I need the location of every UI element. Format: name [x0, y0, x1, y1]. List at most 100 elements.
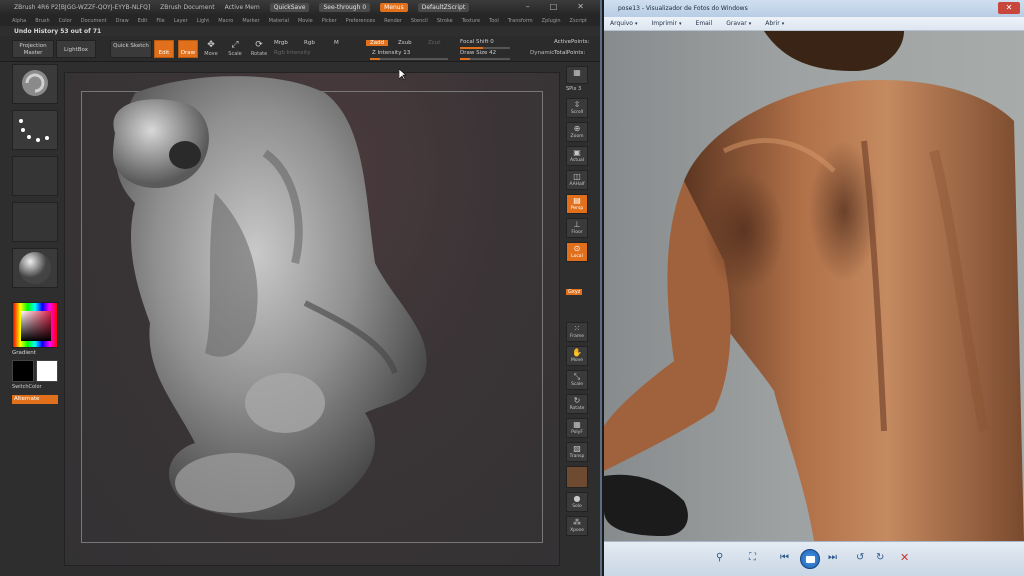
menu-light[interactable]: Light [197, 18, 209, 24]
menu-arquivo[interactable]: Arquivo ▾ [610, 20, 637, 27]
alpha-thumbnail[interactable] [12, 156, 58, 196]
menu-material[interactable]: Material [269, 18, 289, 24]
menu-file[interactable]: File [156, 18, 164, 24]
minimize-icon[interactable]: – [526, 2, 530, 11]
menu-stencil[interactable]: Stencil [411, 18, 428, 24]
rotate-view-label: Rotate [569, 406, 585, 411]
quicksave-button[interactable]: QuickSave [269, 3, 310, 12]
right-tray: ▦ SPix 3 ⇳ Scroll ⊕ Zoom ▣ Actual ◫ AAHalf ▤… [564, 64, 590, 544]
menu-alpha[interactable]: Alpha [12, 18, 26, 24]
menu-zplugin[interactable]: Zplugin [542, 18, 561, 24]
mrgb-button[interactable]: Mrgb [274, 40, 288, 46]
previous-icon[interactable]: ⏮ [780, 552, 789, 563]
switch-color-button[interactable]: SwitchColor [12, 384, 42, 390]
lightbox-button[interactable]: LightBox [56, 40, 96, 58]
fit-icon[interactable]: ⛶ [749, 552, 756, 563]
texture-thumbnail[interactable] [12, 202, 58, 242]
polyf-button[interactable]: ▦ PolyF [566, 418, 588, 438]
transp-button[interactable]: ▧ Transp [566, 442, 588, 462]
menu-movie[interactable]: Movie [298, 18, 313, 24]
document-canvas[interactable] [64, 72, 560, 566]
zoom-button[interactable]: ⊕ Zoom [566, 122, 588, 142]
local-button[interactable]: ⊙ Local [566, 242, 588, 262]
move-view-button[interactable]: ✋ Move [566, 346, 588, 366]
persp-button[interactable]: ▤ Persp [566, 194, 588, 214]
menu-render[interactable]: Render [384, 18, 402, 24]
menu-brush[interactable]: Brush [35, 18, 49, 24]
menu-preferences[interactable]: Preferences [346, 18, 375, 24]
menu-tool[interactable]: Tool [489, 18, 499, 24]
zoom-icon[interactable]: ⚲ [716, 552, 723, 563]
menu-stroke[interactable]: Stroke [437, 18, 453, 24]
scroll-button[interactable]: ⇳ Scroll [566, 98, 588, 118]
xpose-button[interactable]: ⁂ Xpose [566, 516, 588, 536]
rotate-ccw-icon[interactable]: ↺ [856, 552, 864, 563]
delete-icon[interactable]: ✕ [900, 551, 909, 564]
close-icon[interactable]: ✕ [998, 2, 1020, 14]
close-icon[interactable]: ✕ [577, 2, 584, 11]
menu-color[interactable]: Color [59, 18, 72, 24]
spix-button[interactable]: ▦ [566, 66, 588, 84]
secondary-color-swatch[interactable] [36, 360, 58, 382]
menu-gravar[interactable]: Gravar ▾ [726, 20, 751, 27]
rotate-button[interactable]: ⟳ Rotate [249, 40, 269, 58]
default-script-button[interactable]: DefaultZScript [417, 3, 470, 12]
spix-slider[interactable]: SPix 3 [566, 86, 581, 92]
menu-abrir[interactable]: Abrir ▾ [765, 20, 784, 27]
z-intensity-slider[interactable]: Z Intensity 13 [372, 50, 410, 56]
dynamic-button[interactable]: Dynamic [530, 50, 554, 56]
slideshow-icon[interactable] [800, 549, 820, 569]
draw-button[interactable]: Draw [178, 40, 198, 58]
menu-transform[interactable]: Transform [508, 18, 533, 24]
rotate-view-button[interactable]: ↻ Rotate [566, 394, 588, 414]
maximize-icon[interactable]: □ [550, 2, 558, 11]
menus-button[interactable]: Menus [380, 3, 408, 12]
floor-button[interactable]: ⊥ Floor [566, 218, 588, 238]
menu-edit[interactable]: Edit [138, 18, 148, 24]
zcut-button[interactable]: Zcut [428, 40, 440, 46]
menu-macro[interactable]: Macro [218, 18, 233, 24]
edit-button[interactable]: Edit [154, 40, 174, 58]
projection-master-button[interactable]: Projection Master [12, 40, 54, 58]
draw-size-slider[interactable]: Draw Size 42 [460, 50, 496, 56]
focal-shift-slider[interactable]: Focal Shift 0 [460, 39, 494, 45]
rotate-label: Rotate [250, 51, 268, 57]
quick-sketch-button[interactable]: Quick Sketch [110, 40, 152, 58]
actual-button[interactable]: ▣ Actual [566, 146, 588, 166]
seethrough-slider[interactable]: See-through 0 [319, 3, 371, 12]
menu-email[interactable]: Email [696, 20, 713, 27]
menu-marker[interactable]: Marker [242, 18, 259, 24]
menu-layer[interactable]: Layer [174, 18, 188, 24]
menu-document[interactable]: Document [81, 18, 107, 24]
menu-texture[interactable]: Texture [462, 18, 480, 24]
color-picker[interactable] [12, 302, 58, 348]
material-swatch-button[interactable] [566, 466, 588, 488]
zadd-button[interactable]: Zadd [366, 40, 389, 46]
gxyz-button[interactable]: Gxyz [566, 289, 583, 295]
aahalf-button[interactable]: ◫ AAHalf [566, 170, 588, 190]
m-button[interactable]: M [334, 40, 339, 46]
draw-size-track[interactable] [460, 58, 510, 60]
scale-button[interactable]: ⤢ Scale [225, 40, 245, 58]
stroke-thumbnail[interactable] [12, 110, 58, 150]
brush-thumbnail[interactable] [12, 64, 58, 104]
solo-button[interactable]: ● Solo [566, 492, 588, 512]
rotate-cw-icon[interactable]: ↻ [876, 552, 884, 563]
move-button[interactable]: ✥ Move [201, 40, 221, 58]
rgb-intensity-slider[interactable]: Rgb Intensity [274, 50, 311, 56]
material-thumbnail[interactable] [12, 248, 58, 288]
frame-button[interactable]: ⁙ Frame [566, 322, 588, 342]
rgb-button[interactable]: Rgb [304, 40, 315, 46]
zsub-button[interactable]: Zsub [398, 40, 412, 46]
alternate-button[interactable]: Alternate [12, 395, 58, 404]
menu-zscript[interactable]: Zscript [570, 18, 587, 24]
gradient-label[interactable]: Gradient [12, 350, 36, 356]
focal-shift-track[interactable] [460, 47, 510, 49]
main-color-swatch[interactable] [12, 360, 34, 382]
menu-draw[interactable]: Draw [116, 18, 129, 24]
z-intensity-track[interactable] [370, 58, 448, 60]
scale-view-button[interactable]: ⤡ Scale [566, 370, 588, 390]
menu-imprimir[interactable]: Imprimir ▾ [651, 20, 681, 27]
next-icon[interactable]: ⏭ [828, 552, 837, 563]
menu-picker[interactable]: Picker [322, 18, 337, 24]
